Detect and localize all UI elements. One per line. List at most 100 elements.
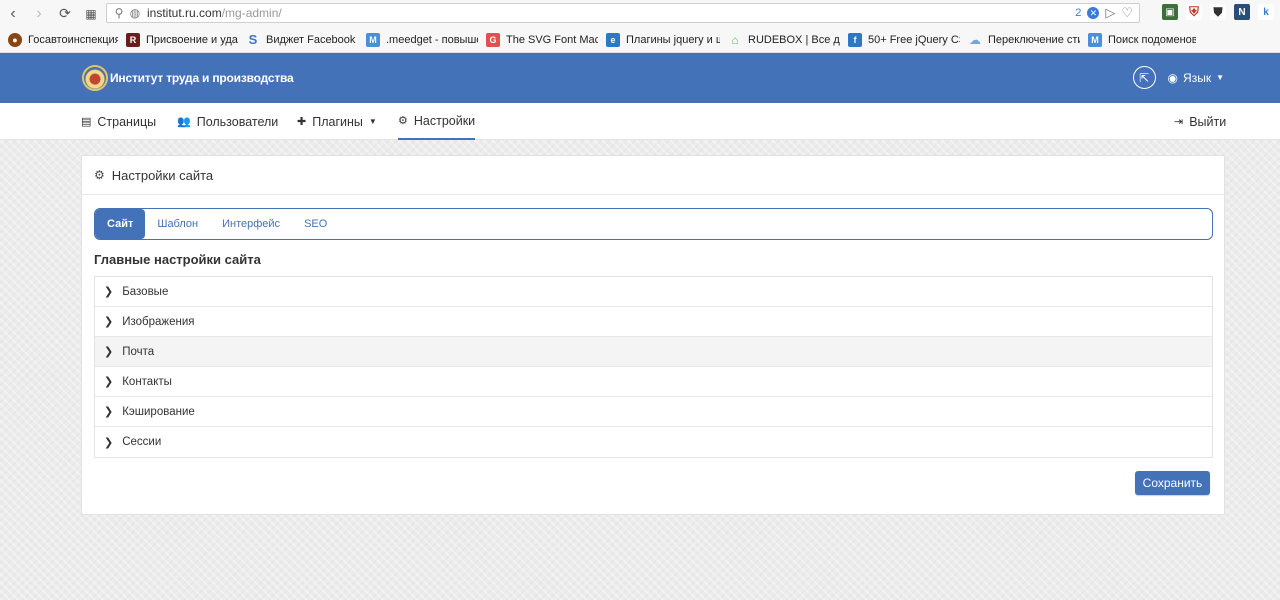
- site-header: Институт труда и производства ⇱ ◉ Язык ▼: [0, 53, 1280, 103]
- tab-site[interactable]: Сайт: [95, 209, 146, 239]
- address-bar[interactable]: ⚲ ◍ institut.ru.com/mg-admin/ 2 ✕ ▷ ♡: [106, 3, 1140, 23]
- nav-settings[interactable]: ⚙ Настройки: [398, 103, 476, 140]
- tab-label: Сайт: [107, 218, 134, 230]
- language-dropdown[interactable]: ◉ Язык ▼: [1168, 71, 1224, 85]
- bookmark-item[interactable]: R Присвоение и удале: [122, 29, 242, 51]
- chevron-right-icon: ❯: [104, 316, 114, 328]
- admin-nav: ▤ Страницы 👥 Пользователи ✚ Плагины ▼ ⚙ …: [0, 103, 1280, 140]
- accordion-item-images[interactable]: ❯ Изображения: [95, 307, 1212, 337]
- url-domain: institut.ru.com: [147, 6, 222, 20]
- panel-title: Настройки сайта: [111, 167, 214, 183]
- m-icon: M: [1088, 32, 1102, 47]
- caret-down-icon: ▼: [1216, 73, 1224, 82]
- m-icon: M: [366, 32, 380, 47]
- s-icon: S: [248, 32, 258, 47]
- caret-down-icon: ▼: [368, 117, 377, 126]
- f-icon: f: [848, 32, 862, 47]
- url-text[interactable]: institut.ru.com/mg-admin/: [147, 6, 282, 20]
- bookmark-label: Поиск подоменов: [1108, 33, 1196, 46]
- send-icon[interactable]: ▷: [1105, 5, 1115, 21]
- bookmark-label: RUDEBOX | Все для в: [748, 33, 840, 46]
- settings-panel: ⚙ Настройки сайта Сайт Шаблон Интерфейс …: [81, 155, 1225, 515]
- globe-icon: ◉: [1167, 70, 1179, 85]
- extension-1-icon[interactable]: ▣: [1162, 4, 1178, 20]
- accordion-label: Почта: [122, 345, 155, 358]
- tab-seo[interactable]: SEO: [292, 209, 339, 239]
- accordion-item-basic[interactable]: ❯ Базовые: [95, 277, 1212, 307]
- section-title: Главные настройки сайта: [94, 252, 261, 267]
- accordion-item-mail[interactable]: ❯ Почта: [95, 337, 1212, 367]
- file-icon: ▤: [81, 116, 92, 128]
- g-icon: G: [486, 32, 500, 47]
- accordion-label: Изображения: [122, 315, 195, 328]
- settings-accordion: ❯ Базовые ❯ Изображения ❯ Почта ❯ Контак…: [94, 276, 1213, 458]
- badge-count: 2: [1075, 7, 1082, 19]
- e-icon: e: [606, 32, 620, 47]
- bookmark-label: Виджет Facebook дл: [266, 33, 358, 46]
- accordion-label: Кэширование: [122, 405, 195, 418]
- bookmark-item[interactable]: ● Госавтоинспекция: Г: [4, 29, 122, 51]
- bookmark-item[interactable]: S Виджет Facebook дл: [242, 29, 362, 51]
- external-link-icon: ⇱: [1139, 70, 1150, 85]
- bookmark-label: The SVG Font Machin: [506, 33, 598, 46]
- logo-emblem-icon: [82, 65, 108, 91]
- tab-label: Интерфейс: [222, 218, 281, 230]
- forward-icon[interactable]: ›: [26, 1, 52, 27]
- bookmark-item[interactable]: e Плагины jquery и ша: [602, 29, 724, 51]
- bookmark-label: Госавтоинспекция: Г: [28, 33, 118, 46]
- bookmark-item[interactable]: ⌂ RUDEBOX | Все для в: [724, 29, 844, 51]
- language-label: Язык: [1183, 70, 1212, 85]
- settings-tabs: Сайт Шаблон Интерфейс SEO: [94, 208, 1213, 240]
- open-site-button[interactable]: ⇱: [1132, 66, 1156, 89]
- browser-toolbar: ‹ › ⟳ ▦ ⚲ ◍ institut.ru.com/mg-admin/ 2 …: [0, 0, 1280, 27]
- url-path: /mg-admin/: [221, 6, 282, 20]
- bookmark-item[interactable]: ☁ Переключение стил: [964, 29, 1084, 51]
- nav-plugins-label: Плагины: [312, 114, 363, 129]
- nav-users[interactable]: 👥 Пользователи: [177, 103, 278, 140]
- bookmark-item[interactable]: G The SVG Font Machin: [482, 29, 602, 51]
- nav-pages[interactable]: ▤ Страницы: [81, 103, 156, 140]
- lock-icon[interactable]: ⛊: [1210, 4, 1226, 20]
- speed-dial-icon[interactable]: ▦: [78, 1, 104, 27]
- tab-label: SEO: [304, 218, 328, 230]
- bookmark-label: .meedget - повышен: [386, 33, 478, 46]
- accordion-item-sessions[interactable]: ❯ Сессии: [95, 427, 1212, 457]
- bookmark-label: Плагины jquery и ша: [626, 33, 720, 46]
- shield-icon[interactable]: ⛨: [1186, 4, 1202, 20]
- bookmark-item[interactable]: f 50+ Free jQuery CSS3: [844, 29, 964, 51]
- sign-out-icon: ⇥: [1174, 116, 1184, 128]
- bookmark-label: Присвоение и удале: [146, 33, 238, 46]
- chevron-right-icon: ❯: [104, 346, 114, 358]
- gears-icon: ⚙: [398, 115, 408, 127]
- adblock-icon[interactable]: ✕: [1087, 7, 1100, 19]
- n-extension-icon[interactable]: N: [1234, 4, 1250, 20]
- users-icon: 👥: [177, 116, 191, 128]
- accordion-label: Сессии: [122, 436, 162, 448]
- chevron-right-icon: ❯: [104, 376, 114, 388]
- tab-label: Шаблон: [157, 218, 199, 230]
- house-icon: ⌂: [731, 32, 739, 47]
- site-logo-link[interactable]: Институт труда и производства: [82, 65, 294, 91]
- gibdd-icon: ●: [8, 32, 22, 47]
- tab-interface[interactable]: Интерфейс: [210, 209, 292, 239]
- heart-icon[interactable]: ♡: [1121, 5, 1133, 21]
- nav-logout[interactable]: ⇥ Выйти: [1174, 103, 1226, 140]
- bookmark-label: Переключение стил: [988, 33, 1080, 46]
- back-icon[interactable]: ‹: [0, 1, 26, 27]
- reload-icon[interactable]: ⟳: [52, 1, 78, 27]
- accordion-item-contacts[interactable]: ❯ Контакты: [95, 367, 1212, 397]
- globe-icon: ◍: [129, 6, 141, 20]
- accordion-item-caching[interactable]: ❯ Кэширование: [95, 397, 1212, 427]
- save-button[interactable]: Сохранить: [1135, 471, 1210, 495]
- bookmark-item[interactable]: M .meedget - повышен: [362, 29, 482, 51]
- nav-plugins[interactable]: ✚ Плагины ▼: [297, 103, 377, 140]
- k-extension-icon[interactable]: k: [1258, 4, 1274, 20]
- search-icon: ⚲: [114, 6, 124, 20]
- tab-template[interactable]: Шаблон: [145, 209, 210, 239]
- nav-logout-label: Выйти: [1189, 114, 1227, 129]
- bookmark-label: 50+ Free jQuery CSS3: [868, 33, 960, 46]
- accordion-label: Контакты: [122, 375, 172, 388]
- cloud-icon: ☁: [969, 32, 981, 47]
- chevron-right-icon: ❯: [104, 436, 114, 449]
- bookmark-item[interactable]: M Поиск подоменов: [1084, 29, 1200, 51]
